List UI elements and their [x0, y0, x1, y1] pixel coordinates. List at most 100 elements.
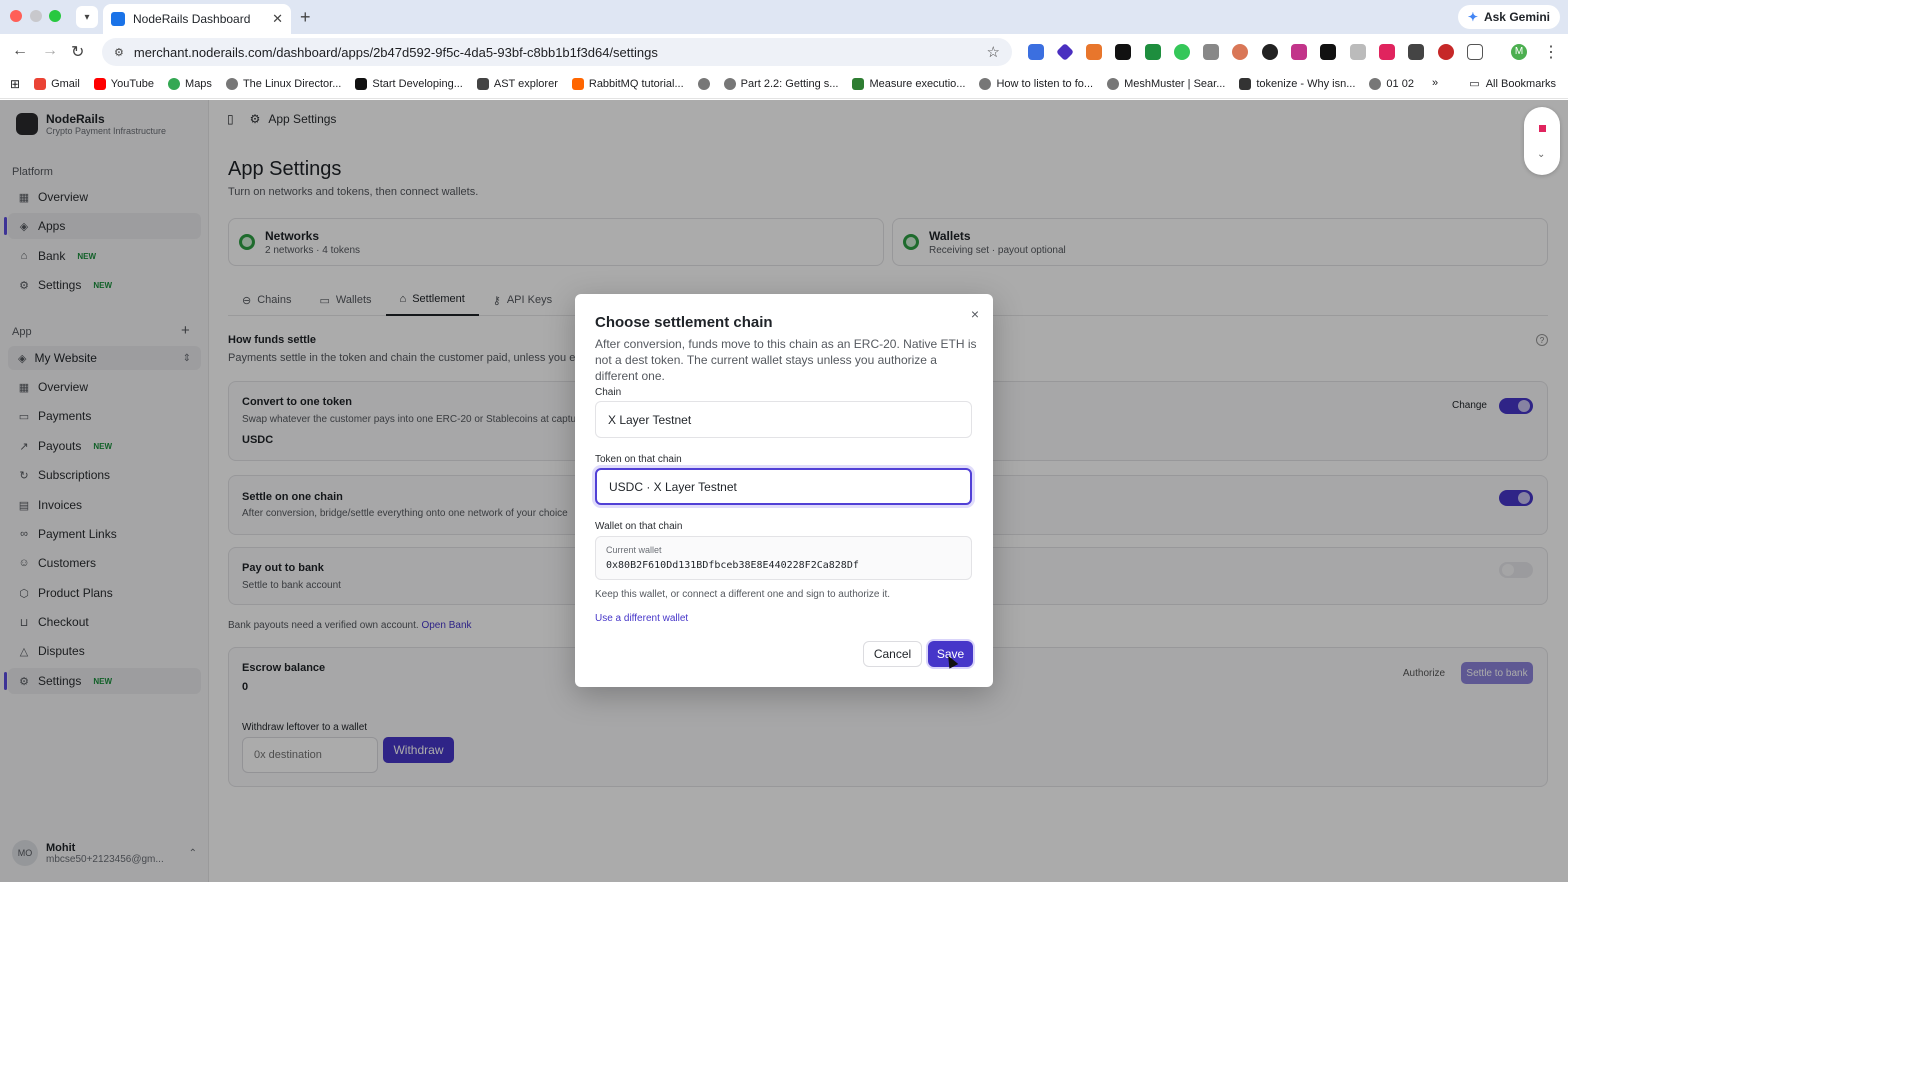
- bookmarks-bar: ⊞ Gmail YouTube Maps The Linux Director.…: [0, 70, 1568, 99]
- bookmark-meshmuster[interactable]: MeshMuster | Sear...: [1107, 78, 1225, 90]
- cancel-button[interactable]: Cancel: [863, 641, 922, 667]
- profile-avatar[interactable]: M: [1511, 44, 1527, 60]
- globe-icon: [1369, 78, 1382, 90]
- bookmark-icon: [852, 78, 865, 90]
- extension-icon[interactable]: [1174, 44, 1190, 60]
- current-wallet-label: Current wallet: [606, 545, 662, 555]
- close-window-button[interactable]: [10, 10, 22, 22]
- bookmark-label: AST explorer: [493, 78, 558, 90]
- rabbitmq-icon: [571, 78, 584, 90]
- ask-gemini-button[interactable]: ✦ Ask Gemini: [1457, 5, 1560, 29]
- bookmark-youtube[interactable]: YouTube: [93, 78, 155, 90]
- bookmark-label: YouTube: [110, 78, 155, 90]
- tab-title: NodeRails Dashboard: [133, 12, 251, 26]
- browser-toolbar: ← → ↻ ⚙ merchant.noderails.com/dashboard…: [0, 34, 1568, 70]
- close-icon[interactable]: ×: [971, 306, 979, 322]
- medium-icon: [355, 78, 368, 90]
- claude-icon[interactable]: [1232, 44, 1248, 60]
- extension-icon[interactable]: [1203, 44, 1219, 60]
- extension-icon[interactable]: [1438, 44, 1454, 60]
- medium-icon[interactable]: [1115, 44, 1131, 60]
- tab-search-icon[interactable]: ▾: [76, 6, 98, 28]
- extension-icon[interactable]: [1028, 44, 1044, 60]
- all-bookmarks-button[interactable]: ▭ All Bookmarks: [1469, 77, 1556, 91]
- ask-gemini-label: Ask Gemini: [1483, 10, 1550, 24]
- globe-icon: [1107, 78, 1120, 90]
- wallet-label: Wallet on that chain: [595, 521, 683, 532]
- bookmark-tokenize[interactable]: tokenize - Why isn...: [1239, 78, 1355, 90]
- chain-label: Chain: [595, 387, 622, 398]
- bookmark-part-2-2[interactable]: Part 2.2: Getting s...: [723, 78, 839, 90]
- extensions-puzzle-icon[interactable]: [1467, 44, 1483, 60]
- bookmark-label: How to listen to fo...: [996, 78, 1094, 90]
- download-extension-icon[interactable]: [1145, 44, 1161, 60]
- bookmark-01-02[interactable]: 01 02: [1369, 78, 1414, 90]
- extension-icon[interactable]: [1291, 44, 1307, 60]
- chain-value: X Layer Testnet: [608, 412, 692, 427]
- bookmark-gmail[interactable]: Gmail: [34, 78, 80, 90]
- token-select[interactable]: USDC · X Layer Testnet: [595, 468, 972, 505]
- bookmark-ast-explorer[interactable]: AST explorer: [476, 78, 558, 90]
- bookmark-measure[interactable]: Measure executio...: [852, 78, 965, 90]
- maps-icon: [168, 78, 181, 90]
- extension-icon[interactable]: [1262, 44, 1278, 60]
- stackoverflow-icon: [1239, 78, 1252, 90]
- use-different-wallet-link[interactable]: Use a different wallet: [595, 613, 688, 624]
- extension-icon[interactable]: [1379, 44, 1395, 60]
- maximize-window-button[interactable]: [49, 10, 61, 22]
- extension-icon[interactable]: [1055, 42, 1075, 62]
- browser-tab[interactable]: NodeRails Dashboard ✕: [103, 4, 291, 34]
- metamask-icon[interactable]: [1086, 44, 1102, 60]
- current-wallet-address: 0x80B2F610Dd131BDfbceb38E8E440228F2Ca828…: [606, 560, 859, 571]
- favicon-icon: [111, 12, 125, 26]
- globe-icon: [723, 78, 736, 90]
- folder-icon: ▭: [1469, 78, 1480, 90]
- bookmarks-overflow-icon[interactable]: »: [1432, 77, 1438, 89]
- gmail-icon: [34, 78, 47, 90]
- bookmark-label: Start Developing...: [372, 78, 463, 90]
- bookmark-label: Measure executio...: [869, 78, 966, 90]
- bookmark-listen[interactable]: How to listen to fo...: [979, 78, 1093, 90]
- forward-icon[interactable]: →: [42, 42, 58, 60]
- back-icon[interactable]: ←: [12, 42, 28, 60]
- current-wallet-box: Current wallet 0x80B2F610Dd131BDfbceb38E…: [595, 536, 972, 580]
- chain-select[interactable]: X Layer Testnet: [595, 401, 972, 438]
- bookmark-start-developing[interactable]: Start Developing...: [355, 78, 463, 90]
- all-bookmarks-label: All Bookmarks: [1485, 77, 1556, 90]
- close-tab-icon[interactable]: ✕: [272, 11, 283, 27]
- bookmark-label: The Linux Director...: [242, 78, 342, 90]
- ast-icon: [476, 78, 489, 90]
- bookmark-label: 01 02: [1386, 78, 1414, 90]
- recording-widget[interactable]: ⌄: [1524, 107, 1560, 175]
- bookmark-linux-directory[interactable]: The Linux Director...: [225, 78, 342, 90]
- minimize-window-button[interactable]: [30, 10, 42, 22]
- token-value: USDC · X Layer Testnet: [609, 479, 737, 494]
- reload-icon[interactable]: ↻: [71, 42, 84, 62]
- settlement-chain-dialog: Choose settlement chain × After conversi…: [575, 294, 993, 687]
- extension-icon[interactable]: [1320, 44, 1336, 60]
- globe-icon: [697, 78, 710, 90]
- globe-icon: [979, 78, 992, 90]
- chevron-down-icon[interactable]: ⌄: [1537, 149, 1545, 160]
- bookmark-globe[interactable]: [697, 78, 710, 90]
- token-label: Token on that chain: [595, 454, 682, 465]
- browser-menu-icon[interactable]: ⋮: [1543, 42, 1559, 62]
- stop-recording-icon[interactable]: [1539, 125, 1546, 132]
- address-bar[interactable]: ⚙ merchant.noderails.com/dashboard/apps/…: [102, 38, 1012, 66]
- dialog-description: After conversion, funds move to this cha…: [595, 337, 977, 383]
- bookmark-rabbitmq[interactable]: RabbitMQ tutorial...: [571, 78, 684, 90]
- site-info-icon[interactable]: ⚙: [114, 46, 124, 59]
- extension-icon[interactable]: [1408, 44, 1424, 60]
- bookmark-maps[interactable]: Maps: [168, 78, 212, 90]
- apps-grid-icon[interactable]: ⊞: [10, 77, 20, 91]
- youtube-icon: [93, 78, 106, 90]
- bookmark-label: Gmail: [51, 78, 80, 90]
- bookmark-label: Part 2.2: Getting s...: [740, 78, 839, 90]
- bookmark-star-icon[interactable]: ☆: [987, 43, 1000, 61]
- gemini-icon: ✦: [1467, 10, 1478, 24]
- new-tab-icon[interactable]: +: [300, 7, 311, 28]
- bookmark-label: Maps: [185, 78, 212, 90]
- extension-icon[interactable]: [1350, 44, 1366, 60]
- bookmark-label: tokenize - Why isn...: [1256, 78, 1356, 90]
- wallet-hint: Keep this wallet, or connect a different…: [595, 589, 890, 600]
